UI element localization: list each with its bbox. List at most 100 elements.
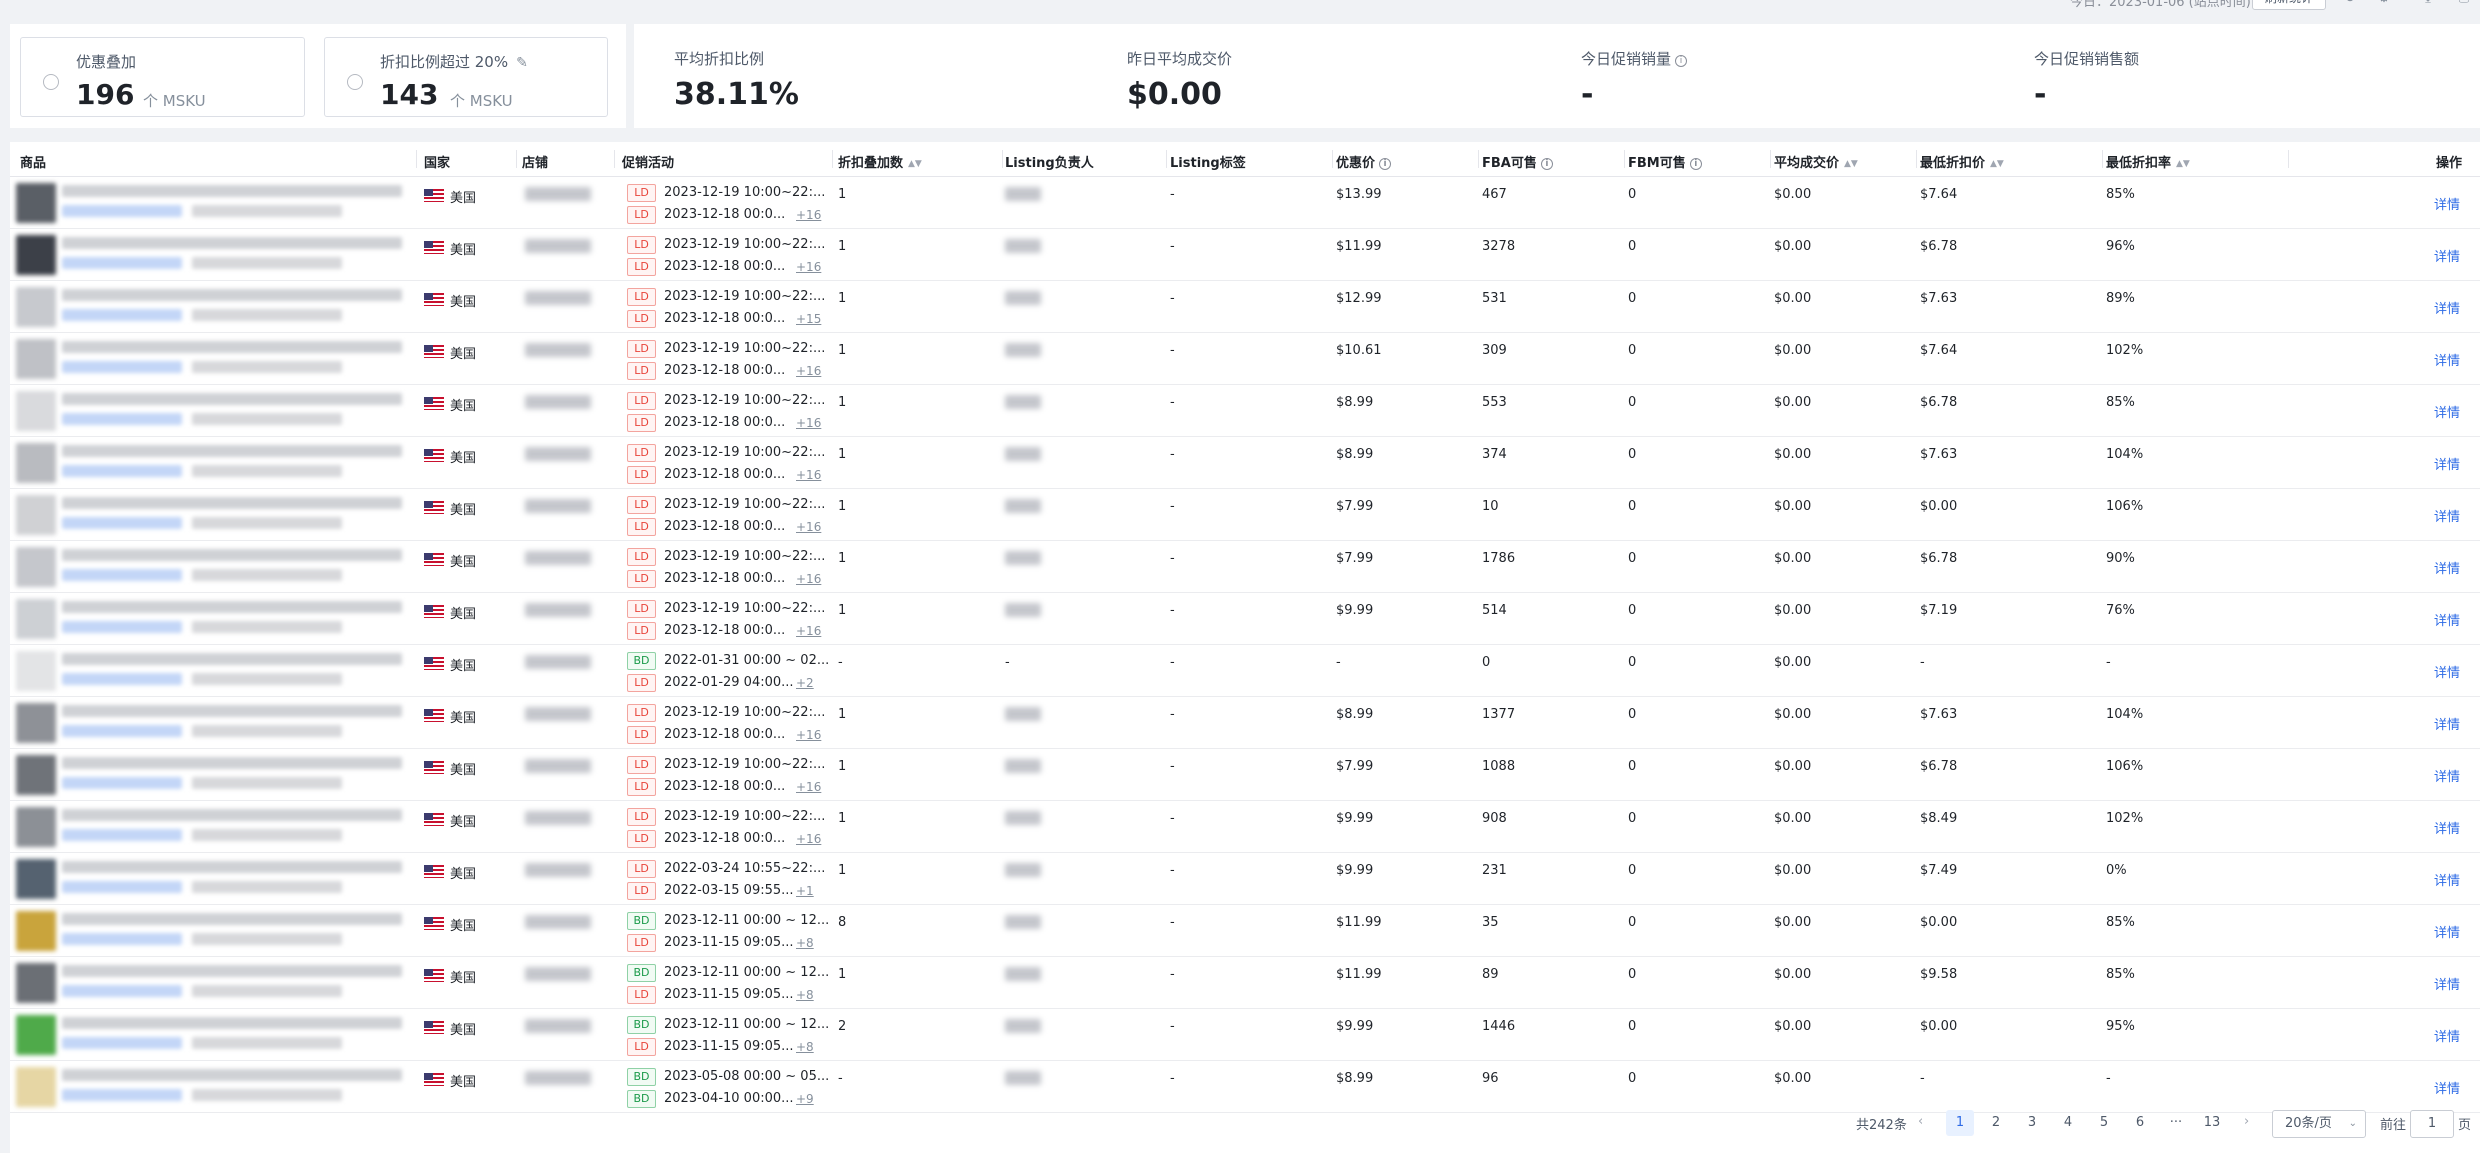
product-title-blur <box>62 393 402 405</box>
th-min-rate[interactable]: 最低折扣率 ▲▼ <box>2106 152 2190 171</box>
detail-link[interactable]: 详情 <box>2434 610 2460 629</box>
more-promos-link[interactable]: +16 <box>796 260 821 274</box>
product-cell[interactable] <box>16 339 416 379</box>
more-promos-link[interactable]: +8 <box>796 988 814 1002</box>
discount-over-20-filter[interactable]: 折扣比例超过 20% ✎ 143 个 MSKU <box>324 37 608 117</box>
th-avg-price[interactable]: 平均成交价 ▲▼ <box>1774 152 1858 171</box>
th-deal-price: 优惠价 i <box>1336 152 1392 171</box>
detail-link[interactable]: 详情 <box>2434 870 2460 889</box>
info-icon[interactable]: i <box>1540 158 1553 170</box>
product-cell[interactable] <box>16 547 416 587</box>
product-cell[interactable] <box>16 235 416 275</box>
page-number[interactable]: 3 <box>2018 1110 2046 1136</box>
avg-price-cell: $0.00 <box>1774 1071 1812 1086</box>
detail-link[interactable]: 详情 <box>2434 974 2460 993</box>
stack-count-cell: 1 <box>838 499 847 514</box>
more-promos-link[interactable]: +16 <box>796 468 821 482</box>
settings-icon[interactable]: ⚙ <box>2376 0 2392 8</box>
detail-link[interactable]: 详情 <box>2434 194 2460 213</box>
detail-link[interactable]: 详情 <box>2434 1078 2460 1097</box>
more-promos-link[interactable]: +15 <box>796 312 821 326</box>
chevron-left-icon[interactable]: ‹ <box>1918 1114 1923 1129</box>
detail-link[interactable]: 详情 <box>2434 558 2460 577</box>
info-icon[interactable]: i <box>1689 158 1702 170</box>
page-number[interactable]: 6 <box>2126 1110 2154 1136</box>
min-price-cell: $6.78 <box>1920 759 1958 774</box>
page-number[interactable]: 4 <box>2054 1110 2082 1136</box>
sort-icon[interactable]: ▲▼ <box>1844 159 1858 169</box>
product-cell[interactable] <box>16 1067 416 1107</box>
more-promos-link[interactable]: +9 <box>796 1092 814 1106</box>
page-number[interactable]: 13 <box>2198 1110 2226 1136</box>
info-icon[interactable]: i <box>1675 55 1688 67</box>
page-ellipsis[interactable]: ··· <box>2162 1110 2190 1136</box>
more-promos-link[interactable]: +16 <box>796 520 821 534</box>
refresh-icon[interactable]: ↻ <box>2342 0 2358 8</box>
more-promos-link[interactable]: +16 <box>796 624 821 638</box>
detail-link[interactable]: 详情 <box>2434 662 2460 681</box>
product-cell[interactable] <box>16 443 416 483</box>
export-icon[interactable]: ⎙ <box>2456 0 2472 8</box>
detail-link[interactable]: 详情 <box>2434 1026 2460 1045</box>
page-number[interactable]: 2 <box>1982 1110 2010 1136</box>
more-promos-link[interactable]: +2 <box>796 676 814 690</box>
more-promos-link[interactable]: +16 <box>796 364 821 378</box>
more-promos-link[interactable]: +8 <box>796 1040 814 1054</box>
th-stack-count[interactable]: 折扣叠加数 ▲▼ <box>838 152 922 171</box>
detail-link[interactable]: 详情 <box>2434 246 2460 265</box>
product-cell[interactable] <box>16 963 416 1003</box>
more-promos-link[interactable]: +16 <box>796 832 821 846</box>
detail-link[interactable]: 详情 <box>2434 766 2460 785</box>
detail-link[interactable]: 详情 <box>2434 402 2460 421</box>
promo-type-tag: LD <box>627 778 656 796</box>
sort-icon[interactable]: ▲▼ <box>2176 159 2190 169</box>
more-promos-link[interactable]: +16 <box>796 208 821 222</box>
download-icon[interactable]: ⤓ <box>2420 0 2436 8</box>
detail-link[interactable]: 详情 <box>2434 506 2460 525</box>
product-cell[interactable] <box>16 495 416 535</box>
min-rate-cell: 102% <box>2106 811 2144 826</box>
product-cell[interactable] <box>16 651 416 691</box>
detail-link[interactable]: 详情 <box>2434 454 2460 473</box>
product-cell[interactable] <box>16 703 416 743</box>
product-cell[interactable] <box>16 755 416 795</box>
sort-icon[interactable]: ▲▼ <box>908 159 922 169</box>
chevron-right-icon[interactable]: › <box>2244 1114 2249 1129</box>
th-min-price[interactable]: 最低折扣价 ▲▼ <box>1920 152 2004 171</box>
edit-icon[interactable]: ✎ <box>516 55 528 71</box>
stacked-discount-filter[interactable]: 优惠叠加 196 个 MSKU <box>20 37 305 117</box>
detail-link[interactable]: 详情 <box>2434 350 2460 369</box>
page-number[interactable]: 5 <box>2090 1110 2118 1136</box>
product-cell[interactable] <box>16 287 416 327</box>
refresh-stats-button[interactable]: 刷新统计 <box>2252 0 2326 10</box>
product-cell[interactable] <box>16 911 416 951</box>
product-cell[interactable] <box>16 599 416 639</box>
goto-page-input[interactable]: 1 <box>2410 1110 2454 1138</box>
sort-icon[interactable]: ▲▼ <box>1990 159 2004 169</box>
more-promos-link[interactable]: +16 <box>796 416 821 430</box>
product-cell[interactable] <box>16 183 416 223</box>
promo-type-tag: LD <box>627 860 656 878</box>
page-size-select[interactable]: 20条/页 ⌄ <box>2272 1110 2366 1138</box>
more-promos-link[interactable]: +16 <box>796 728 821 742</box>
promo-time: 2023-12-19 10:00~22:... <box>664 809 826 824</box>
more-promos-link[interactable]: +16 <box>796 780 821 794</box>
product-asin-blur <box>62 569 182 581</box>
table-row: 美国 BD 2023-12-11 00:00 ~ 12... LD 2023-11-15… <box>10 905 2480 957</box>
radio-icon[interactable] <box>347 74 363 90</box>
detail-link[interactable]: 详情 <box>2434 298 2460 317</box>
product-cell[interactable] <box>16 391 416 431</box>
detail-link[interactable]: 详情 <box>2434 714 2460 733</box>
more-promos-link[interactable]: +1 <box>796 884 814 898</box>
more-promos-link[interactable]: +16 <box>796 572 821 586</box>
product-cell[interactable] <box>16 859 416 899</box>
detail-link[interactable]: 详情 <box>2434 818 2460 837</box>
page-number[interactable]: 1 <box>1946 1110 1974 1136</box>
more-promos-link[interactable]: +8 <box>796 936 814 950</box>
info-icon[interactable]: i <box>1379 158 1392 170</box>
product-thumbnail <box>16 599 56 639</box>
product-cell[interactable] <box>16 807 416 847</box>
detail-link[interactable]: 详情 <box>2434 922 2460 941</box>
product-cell[interactable] <box>16 1015 416 1055</box>
radio-icon[interactable] <box>43 74 59 90</box>
